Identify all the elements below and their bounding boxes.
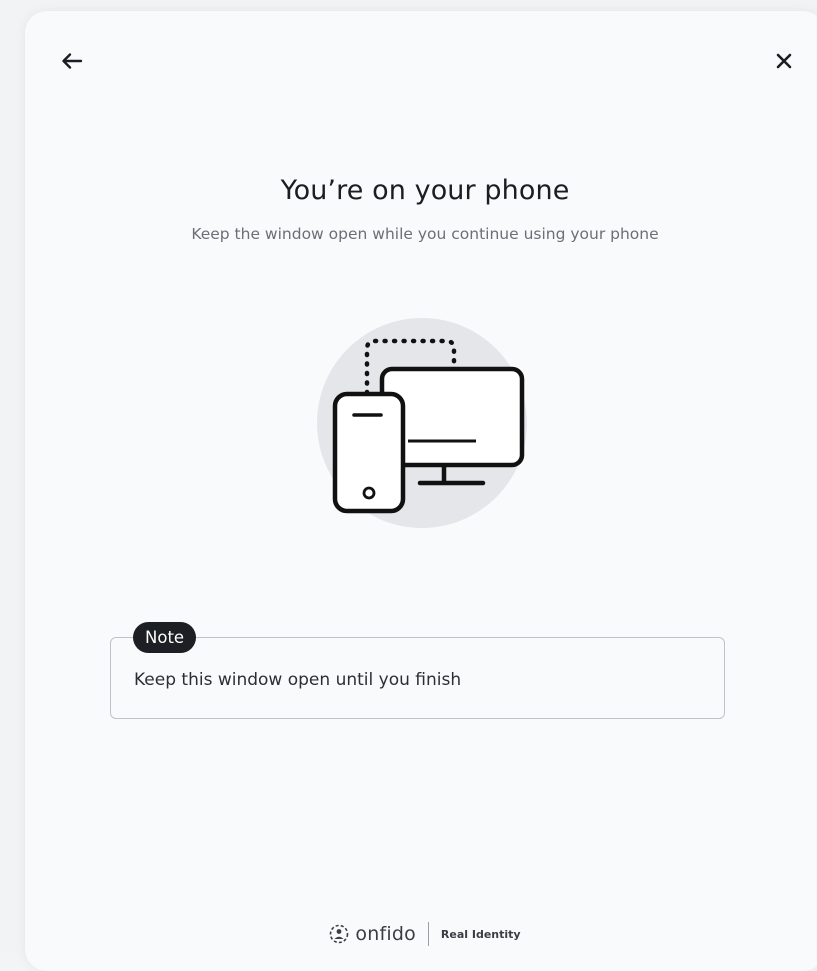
- phone-to-computer-icon: [317, 318, 527, 528]
- close-button[interactable]: [766, 43, 802, 79]
- page-title: You’re on your phone: [280, 175, 570, 206]
- brand-footer: onfido Real Identity: [25, 919, 817, 949]
- close-icon: [776, 53, 792, 69]
- page-subtitle: Keep the window open while you continue …: [191, 225, 659, 243]
- modal-dialog: You’re on your phone Keep the window ope…: [25, 11, 817, 971]
- brand-divider: [427, 922, 429, 946]
- onfido-logo-icon: [330, 924, 349, 944]
- brand-tagline: Real Identity: [440, 927, 521, 941]
- arrow-left-icon: [62, 53, 83, 69]
- brand-name: onfido: [355, 923, 416, 945]
- note-box: Note Keep this window open until you fin…: [110, 622, 725, 719]
- note-text: Keep this window open until you finish: [134, 670, 462, 690]
- note-badge: Note: [133, 622, 197, 653]
- back-button[interactable]: [54, 43, 90, 79]
